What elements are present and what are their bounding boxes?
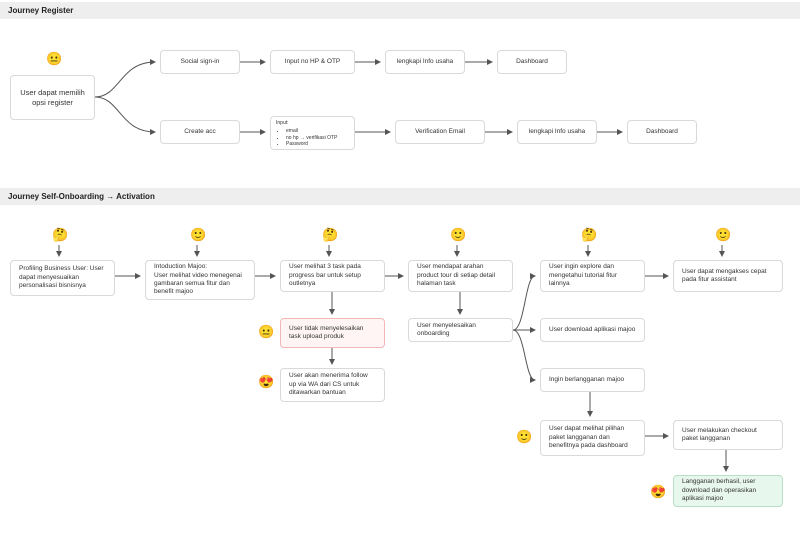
node-ob-c1: Profiling Business User: User dapat meny…	[10, 260, 115, 296]
emoji-col1: 🤔	[52, 228, 68, 241]
node-ob-c5a: User ingin explore dan mengetahui tutori…	[540, 260, 645, 292]
node-ob-c2: Intoduction Majoo: User melihat video me…	[145, 260, 255, 300]
node-ob-c6b: User melakukan checkout paket langganan	[673, 420, 783, 450]
wires-section-1	[0, 0, 800, 170]
input-header: Input:	[276, 120, 289, 126]
emoji-c3a: 😐	[258, 325, 274, 338]
node-ob-c4: User mendapat arahan product tour di set…	[408, 260, 513, 292]
emoji-neutral-1: 😐	[46, 52, 62, 65]
node-ob-c6a: User dapat mengakses cepat pada fitur as…	[673, 260, 783, 292]
node-social-signin: Social sign-in	[160, 50, 240, 74]
node-input-details: Input: email no hp → verifikasi OTP Pass…	[270, 116, 355, 150]
node-ob-c3a: User tidak menyelesaikan task upload pro…	[280, 318, 385, 348]
emoji-col6: 🙂	[715, 228, 731, 241]
emoji-c3b: 😍	[258, 375, 274, 388]
emoji-c5d: 🙂	[516, 430, 532, 443]
emoji-c6c: 😍	[650, 485, 666, 498]
node-ob-c4a: User menyelesaikan onboarding	[408, 318, 513, 342]
node-ob-c5b: User download aplikasi majoo	[540, 318, 645, 342]
node-create-acc: Create acc	[160, 120, 240, 144]
node-ob-c3b: User akan menerima follow up via WA dari…	[280, 368, 385, 402]
node-ob-c3: User melihat 3 task pada progress bar un…	[280, 260, 385, 292]
input-pw: Password	[286, 141, 349, 147]
node-ob-c6c: Langganan berhasil, user download dan op…	[673, 475, 783, 507]
node-verif-email: Verification Email	[395, 120, 485, 144]
node-ob-c5d: User dapat melihat pilihan paket langgan…	[540, 420, 645, 456]
node-ob-c5c: Ingin berlangganan majoo	[540, 368, 645, 392]
node-lengkapi-1: lengkapi Info usaha	[385, 50, 465, 74]
emoji-col2: 🙂	[190, 228, 206, 241]
emoji-col5: 🤔	[581, 228, 597, 241]
node-input-otp: Input no HP & OTP	[270, 50, 355, 74]
section-title-register: Journey Register	[0, 2, 800, 19]
node-lengkapi-2: lengkapi Info usaha	[517, 120, 597, 144]
node-dashboard-1: Dashboard	[497, 50, 567, 74]
section-title-onboarding: Journey Self-Onboarding → Activation	[0, 188, 800, 205]
emoji-col4: 🙂	[450, 228, 466, 241]
node-dashboard-2: Dashboard	[627, 120, 697, 144]
emoji-col3: 🤔	[322, 228, 338, 241]
node-register-start: User dapat memilih opsi register	[10, 75, 95, 120]
